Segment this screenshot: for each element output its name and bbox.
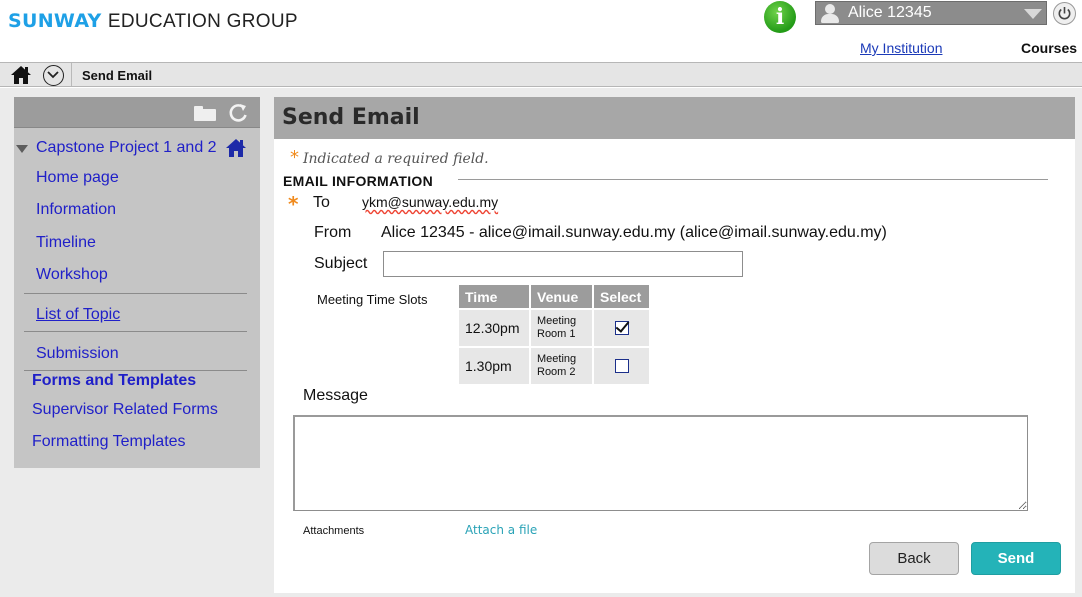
meeting-slots-table: Time Venue Select 12.30pm Meeting Room 1 … — [457, 283, 651, 386]
course-home-icon[interactable] — [225, 138, 247, 162]
avatar-icon — [821, 4, 839, 24]
slot-select-checkbox[interactable] — [614, 320, 629, 335]
send-email-panel: Send Email * Indicated a required field. … — [274, 97, 1075, 593]
column-header-time: Time — [459, 285, 529, 308]
panel-title-bar: Send Email — [274, 97, 1075, 139]
sidebar-item-workshop[interactable]: Workshop — [36, 266, 108, 284]
slot-venue-line2: Room 1 — [537, 328, 576, 340]
sidebar-item-supervisor-forms[interactable]: Supervisor Related Forms — [32, 401, 218, 419]
slots-label: Meeting Time Slots — [317, 292, 428, 307]
brand-bold: SUNWAY — [8, 10, 102, 32]
user-menu-select[interactable]: Alice 12345 — [815, 1, 1047, 25]
section-heading: EMAIL INFORMATION — [283, 173, 434, 189]
table-row: 1.30pm Meeting Room 2 — [459, 348, 649, 384]
course-title[interactable]: Capstone Project 1 and 2 — [36, 139, 217, 157]
chevron-down-icon — [1024, 9, 1042, 19]
brand-logo[interactable]: SUNWAY EDUCATION GROUP — [8, 10, 298, 33]
message-textarea[interactable] — [293, 415, 1028, 511]
sidebar-item-home-page[interactable]: Home page — [36, 169, 119, 187]
sidebar-divider — [24, 331, 247, 332]
table-row: 12.30pm Meeting Room 1 — [459, 310, 649, 346]
course-sidebar: Capstone Project 1 and 2 Home page Infor… — [14, 97, 260, 468]
slot-venue: Meeting Room 2 — [531, 348, 592, 384]
required-asterisk-icon: * — [290, 147, 299, 168]
to-field: ykm@sunway.edu.my — [362, 194, 499, 210]
column-header-select: Select — [594, 285, 649, 308]
slot-venue-line2: Room 2 — [537, 366, 576, 378]
attachments-label: Attachments — [303, 525, 365, 537]
required-note: * Indicated a required field. — [290, 147, 489, 168]
to-label: To — [313, 194, 330, 211]
power-icon[interactable] — [1053, 2, 1076, 25]
subject-label: Subject — [314, 255, 368, 272]
sidebar-item-submission[interactable]: Submission — [36, 345, 119, 363]
breadcrumb: Send Email — [0, 62, 1082, 87]
sidebar-toolbar — [14, 97, 260, 128]
send-button[interactable]: Send — [971, 542, 1061, 575]
slot-venue-line1: Meeting — [537, 353, 577, 365]
from-label: From — [314, 224, 352, 241]
course-header[interactable]: Capstone Project 1 and 2 — [14, 139, 260, 161]
folder-icon[interactable] — [194, 106, 216, 121]
home-icon[interactable] — [10, 65, 32, 85]
breadcrumb-divider — [71, 63, 72, 86]
slot-venue-line1: Meeting — [537, 315, 577, 327]
caret-down-icon[interactable] — [16, 145, 28, 153]
sidebar-section-forms-templates[interactable]: Forms and Templates — [32, 372, 196, 390]
sidebar-item-information[interactable]: Information — [36, 201, 116, 219]
brand-rest: EDUCATION GROUP — [107, 11, 298, 32]
slot-select-checkbox[interactable] — [614, 358, 629, 373]
breadcrumb-current: Send Email — [82, 68, 153, 83]
top-header: SUNWAY EDUCATION GROUP i Alice 12345 My … — [0, 0, 1082, 62]
sidebar-divider — [24, 370, 247, 371]
attach-file-link[interactable]: Attach a file — [465, 523, 537, 537]
user-name: Alice 12345 — [848, 4, 932, 21]
slot-select-cell — [594, 348, 649, 384]
info-icon[interactable]: i — [764, 1, 796, 33]
nav-my-institution[interactable]: My Institution — [860, 40, 942, 56]
message-label: Message — [303, 387, 368, 404]
sidebar-item-formatting-templates[interactable]: Formatting Templates — [32, 433, 186, 451]
column-header-venue: Venue — [531, 285, 592, 308]
section-divider — [458, 179, 1048, 180]
slot-venue: Meeting Room 1 — [531, 310, 592, 346]
chevron-down-circle-icon[interactable] — [43, 65, 64, 86]
sidebar-item-timeline[interactable]: Timeline — [36, 234, 96, 252]
required-note-text: Indicated a required field. — [303, 151, 489, 167]
nav-courses[interactable]: Courses — [1021, 40, 1077, 56]
from-field: Alice 12345 - alice@imail.sunway.edu.my … — [381, 224, 887, 241]
page-title: Send Email — [282, 105, 420, 130]
slot-time: 12.30pm — [459, 310, 529, 346]
sidebar-divider — [24, 293, 247, 294]
required-asterisk-icon: * — [288, 192, 299, 216]
sidebar-item-list-of-topic[interactable]: List of Topic — [36, 306, 120, 324]
back-button[interactable]: Back — [869, 542, 959, 575]
slot-time: 1.30pm — [459, 348, 529, 384]
slot-select-cell — [594, 310, 649, 346]
refresh-icon[interactable] — [227, 102, 249, 128]
subject-input[interactable] — [383, 251, 743, 277]
